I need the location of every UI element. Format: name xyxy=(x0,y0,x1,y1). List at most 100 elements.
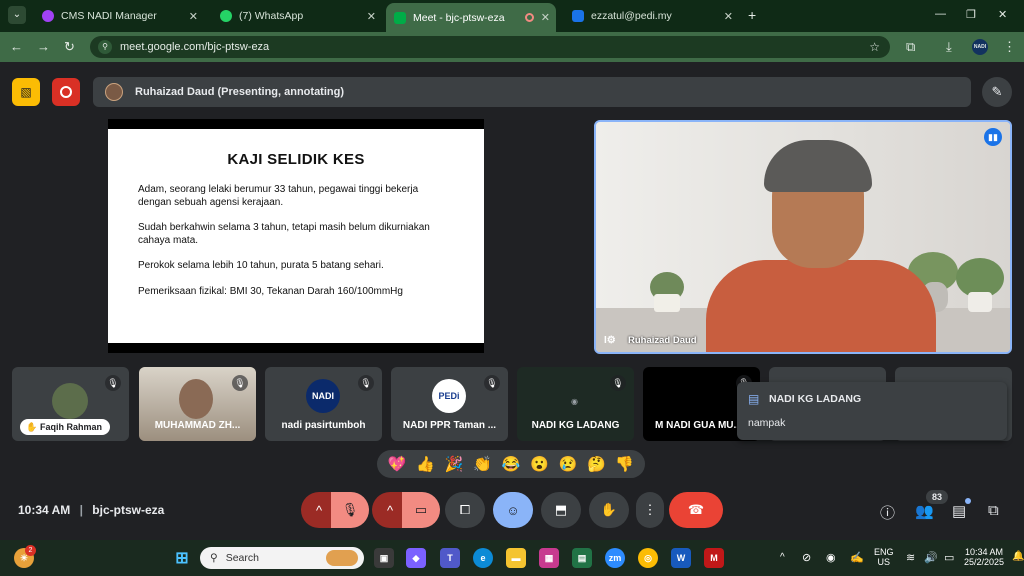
speaker-name: Ruhaizad Daud xyxy=(628,335,697,346)
presentation-frame: KAJI SELIDIK KES Adam, seorang lelaki be… xyxy=(108,119,484,353)
camera-off-button[interactable]: ▭ xyxy=(402,492,440,528)
back-arrow-icon[interactable]: ← xyxy=(10,39,23,54)
record-button[interactable] xyxy=(52,78,80,106)
tab-title: ezzatul@pedi.my xyxy=(591,10,672,22)
participant-tile[interactable]: PEDi 🎙 NADI PPR Taman ... xyxy=(391,367,508,441)
people-icon[interactable]: 👥 xyxy=(915,502,934,520)
clap-reaction-icon[interactable]: 👏 xyxy=(473,455,492,473)
laugh-reaction-icon[interactable]: 😂 xyxy=(502,455,521,473)
close-icon[interactable]: ✕ xyxy=(724,10,733,23)
network-off-icon[interactable]: ⊘ xyxy=(802,551,811,564)
pot-image xyxy=(968,292,992,312)
meeting-details-info-icon[interactable]: ⓘ xyxy=(880,502,895,523)
keyboard-region: US xyxy=(877,557,891,567)
pen-tray-icon[interactable]: ✍ xyxy=(850,551,864,564)
chat-notification[interactable]: ▤ NADI KG LADANG nampak xyxy=(737,382,1007,440)
mcafee-icon[interactable]: M xyxy=(704,548,724,568)
slide-paragraph: Pemeriksaan fizikal: BMI 30, Tekanan Dar… xyxy=(138,285,403,297)
store-icon[interactable]: ▦ xyxy=(539,548,559,568)
copilot-icon[interactable]: ◆ xyxy=(406,548,426,568)
teams-icon[interactable]: T xyxy=(440,548,460,568)
menu-kebab-icon[interactable]: ⋮ xyxy=(1003,39,1016,55)
forward-arrow-icon[interactable]: → xyxy=(37,39,50,54)
word-icon[interactable]: W xyxy=(671,548,691,568)
pot-image xyxy=(654,294,680,312)
record-icon xyxy=(60,86,72,98)
tab-whatsapp[interactable]: (7) WhatsApp ✕ xyxy=(212,4,382,28)
extensions-puzzle-icon[interactable]: ⧉ xyxy=(906,39,915,55)
clock-time: 10:34 AM xyxy=(965,547,1004,557)
show-hidden-icons-chevron-icon[interactable]: ^ xyxy=(780,552,785,563)
participant-tile[interactable]: ◉ 🎙 NADI KG LADANG xyxy=(517,367,634,441)
notification-bell-icon[interactable]: 🔔 xyxy=(1012,551,1024,562)
bookmark-star-icon[interactable]: ☆ xyxy=(869,40,880,54)
participant-tile[interactable]: 🎙 MUHAMMAD ZH... xyxy=(139,367,256,441)
heart-reaction-icon[interactable]: 💖 xyxy=(388,455,407,473)
participant-tile[interactable]: 🎙 ✋ Faqih Rahman xyxy=(12,367,129,441)
mic-off-button[interactable]: 🎙 xyxy=(331,492,369,528)
thinking-reaction-icon[interactable]: 🤔 xyxy=(587,455,606,473)
sad-reaction-icon[interactable]: 😢 xyxy=(559,455,578,473)
window-close-icon[interactable]: ✕ xyxy=(998,8,1007,21)
separator: | xyxy=(79,503,83,517)
hide-video-icon[interactable]: ▧ xyxy=(12,78,40,106)
presenter-banner: Ruhaizad Daud (Presenting, annotating) xyxy=(93,77,971,107)
emoji-button[interactable]: ☺ xyxy=(493,492,533,528)
profile-avatar[interactable]: NADI xyxy=(972,39,988,55)
audio-level-icon: ▮▮ xyxy=(984,128,1002,146)
tab-cms-nadi[interactable]: CMS NADI Manager ✕ xyxy=(34,4,204,28)
tab-meet[interactable]: Meet - bjc-ptsw-eza ✕ xyxy=(386,3,556,32)
tab-mail[interactable]: ezzatul@pedi.my ✕ xyxy=(564,4,739,28)
spreadsheet-icon[interactable]: ▤ xyxy=(572,548,592,568)
new-tab-plus-icon[interactable]: + xyxy=(748,7,756,23)
participant-tile[interactable]: NADI 🎙 nadi pasirtumboh xyxy=(265,367,382,441)
restore-icon[interactable]: ❐ xyxy=(966,8,976,21)
reactions-bar: 💖 👍 🎉 👏 😂 😮 😢 🤔 👎 xyxy=(377,450,645,478)
close-icon[interactable]: ✕ xyxy=(367,10,376,23)
presenter-label: Ruhaizad Daud (Presenting, annotating) xyxy=(135,86,345,98)
chat-icon[interactable]: ▤ xyxy=(952,502,966,520)
file-explorer-icon[interactable]: ▬ xyxy=(506,548,526,568)
close-icon[interactable]: ✕ xyxy=(189,10,198,23)
windows-start-icon[interactable]: ⊞ xyxy=(172,548,192,568)
tab-search-chevron-icon[interactable]: ⌄ xyxy=(8,6,26,24)
annotate-pen-icon[interactable]: ✎ xyxy=(982,77,1012,107)
chrome-icon[interactable]: ◎ xyxy=(638,548,658,568)
present-button[interactable]: ⬒ xyxy=(541,492,581,528)
tab-title: CMS NADI Manager xyxy=(61,10,157,22)
participant-face xyxy=(179,379,213,419)
edge-icon[interactable]: e xyxy=(473,548,493,568)
captions-button[interactable]: ⧠ xyxy=(445,492,485,528)
reload-icon[interactable]: ↻ xyxy=(64,39,75,55)
taskbar-search[interactable]: ⚲ Search xyxy=(200,547,364,569)
download-icon[interactable]: ⤓ xyxy=(946,39,952,55)
raise-hand-button[interactable]: ✋ xyxy=(589,492,629,528)
site-info-icon[interactable]: ⚲ xyxy=(98,40,112,54)
more-options-icon[interactable]: ⋮ xyxy=(636,492,664,528)
camera-off-icon: ◉ xyxy=(571,397,578,406)
activities-shapes-icon[interactable]: ⧉ xyxy=(988,502,999,519)
taskbar-clock[interactable]: 10:34 AM 25/2/2025 xyxy=(964,547,1004,567)
thumbs-up-reaction-icon[interactable]: 👍 xyxy=(416,455,435,473)
language-indicator[interactable]: ENG US xyxy=(874,547,894,567)
party-reaction-icon[interactable]: 🎉 xyxy=(445,455,464,473)
address-bar[interactable]: ⚲ meet.google.com/bjc-ptsw-eza ☆ xyxy=(90,36,890,58)
wifi-icon[interactable]: ≋ xyxy=(906,551,915,564)
battery-icon[interactable]: ▭ xyxy=(944,551,954,564)
minimize-icon[interactable]: — xyxy=(935,8,946,20)
search-icon: ⚲ xyxy=(210,552,218,564)
chat-unread-dot xyxy=(965,498,971,504)
camera-tray-icon[interactable]: ◉ xyxy=(826,551,836,564)
whatsapp-icon xyxy=(220,10,232,22)
close-icon[interactable]: ✕ xyxy=(541,11,550,24)
surprised-reaction-icon[interactable]: 😮 xyxy=(530,455,549,473)
speaker-video[interactable]: ▮▮ I⚙ Ruhaizad Daud xyxy=(594,120,1012,354)
leave-call-button[interactable]: ☎ xyxy=(669,492,723,528)
volume-icon[interactable]: 🔊 xyxy=(924,551,938,564)
mic-off-icon: 🎙 xyxy=(232,375,248,391)
task-view-icon[interactable]: ▣ xyxy=(374,548,394,568)
zoom-icon[interactable]: zm xyxy=(605,548,625,568)
chat-message: nampak xyxy=(748,417,786,429)
clock-date: 25/2/2025 xyxy=(964,557,1005,567)
thumbs-down-reaction-icon[interactable]: 👎 xyxy=(615,455,634,473)
